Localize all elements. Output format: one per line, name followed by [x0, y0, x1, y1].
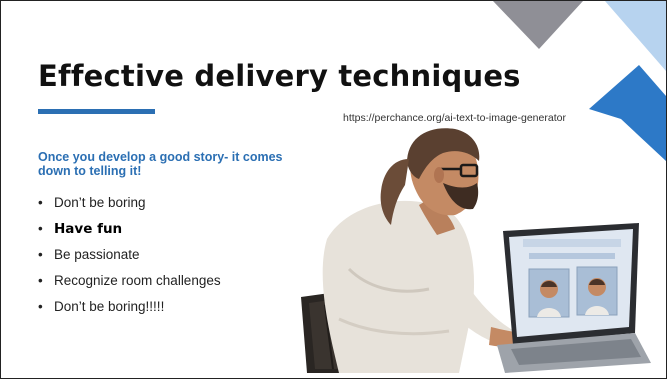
title-underline: [38, 109, 155, 114]
bullet-dot: •: [38, 195, 43, 210]
bullet-item: • Have fun: [38, 220, 221, 246]
slide-title: Effective delivery techniques: [38, 59, 521, 93]
subheading: Once you develop a good story- it comes …: [38, 150, 283, 178]
bullet-text: Don’t be boring: [54, 195, 146, 210]
bullet-text-emphasized: Have fun: [54, 221, 123, 237]
bullet-text: Be passionate: [54, 247, 140, 262]
bullet-list: • Don’t be boring • Have fun • Be passio…: [38, 194, 221, 324]
man-at-laptop-image: [301, 128, 651, 373]
bullet-item: • Don’t be boring!!!!!: [38, 298, 221, 324]
light-blue-wedge: [605, 1, 666, 71]
bullet-item: • Don’t be boring: [38, 194, 221, 220]
slide: Effective delivery techniques https://pe…: [0, 0, 667, 379]
bullet-item: • Be passionate: [38, 246, 221, 272]
bullet-text: Don’t be boring!!!!!: [54, 299, 165, 314]
bullet-dot: •: [38, 273, 43, 288]
bullet-text: Recognize room challenges: [54, 273, 221, 288]
bullet-dot: •: [38, 299, 43, 314]
bullet-dot: •: [38, 247, 43, 262]
bullet-dot: •: [38, 221, 43, 236]
bullet-item: • Recognize room challenges: [38, 272, 221, 298]
gray-triangle: [493, 1, 583, 49]
laptop: [497, 223, 651, 373]
